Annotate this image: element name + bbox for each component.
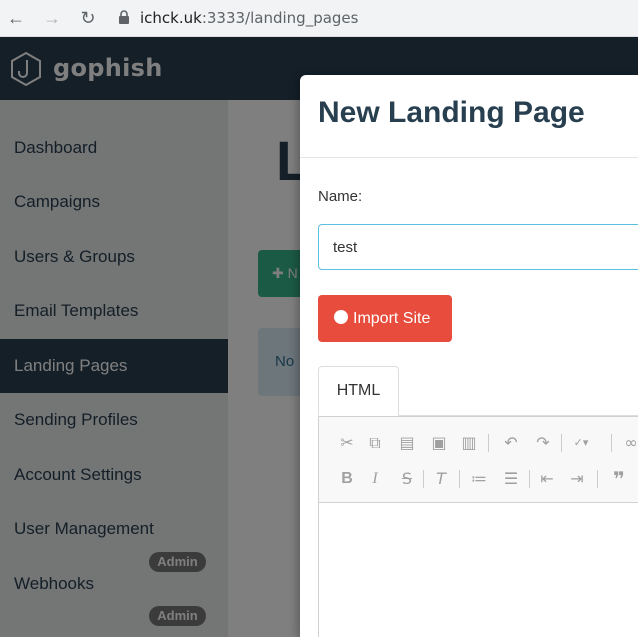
bold-icon[interactable]: B [335,467,359,491]
paste-icon[interactable]: ▤ [395,431,419,455]
tab-html[interactable]: HTML [318,366,399,416]
modal-header: New Landing Page [300,75,638,158]
editor-toolbar: ✂ ⧉ ▤ ▣ ▥ ↶ ↷ ✓▾ ∞ B I S T ≔ ☰ ⇤ ⇥ ❞ [319,417,638,503]
globe-icon [334,310,348,324]
bulleted-list-icon[interactable]: ☰ [499,467,523,491]
modal-title: New Landing Page [318,96,585,129]
redo-icon[interactable]: ↷ [531,431,555,455]
toolbar-separator [459,470,460,488]
toolbar-separator [488,434,489,452]
toolbar-separator [423,470,424,488]
browser-toolbar: ← → ↻ ichck.uk:3333/landing_pages [0,0,638,37]
italic-icon[interactable]: I [363,467,387,491]
indent-icon[interactable]: ⇥ [565,467,589,491]
address-bar[interactable]: ichck.uk:3333/landing_pages [112,4,638,32]
toolbar-separator [529,470,530,488]
paste-word-icon[interactable]: ▥ [457,431,481,455]
name-label: Name: [318,188,363,205]
link-icon[interactable]: ∞ [619,431,638,455]
outdent-icon[interactable]: ⇤ [535,467,559,491]
lock-icon [119,10,129,24]
toolbar-separator [561,434,562,452]
numbered-list-icon[interactable]: ≔ [467,467,491,491]
new-landing-page-modal: New Landing Page Name: Import Site HTML … [300,75,638,637]
strikethrough-icon[interactable]: S [395,467,419,491]
back-arrow-icon[interactable]: ← [4,6,28,30]
import-site-label: Import Site [353,310,431,327]
name-input[interactable] [318,224,638,270]
blockquote-icon[interactable]: ❞ [607,467,631,491]
spellcheck-icon[interactable]: ✓▾ [569,431,593,455]
html-editor[interactable]: ✂ ⧉ ▤ ▣ ▥ ↶ ↷ ✓▾ ∞ B I S T ≔ ☰ ⇤ ⇥ ❞ [318,416,638,637]
forward-arrow-icon[interactable]: → [40,6,64,30]
copy-icon[interactable]: ⧉ [363,431,387,455]
remove-format-icon[interactable]: T [429,467,453,491]
toolbar-separator [611,434,612,452]
undo-icon[interactable]: ↶ [499,431,523,455]
cut-icon[interactable]: ✂ [335,431,359,455]
paste-text-icon[interactable]: ▣ [427,431,451,455]
import-site-button[interactable]: Import Site [318,295,452,342]
toolbar-separator [597,470,598,488]
url-text: ichck.uk:3333/landing_pages [140,9,359,27]
reload-icon[interactable]: ↻ [76,6,100,30]
